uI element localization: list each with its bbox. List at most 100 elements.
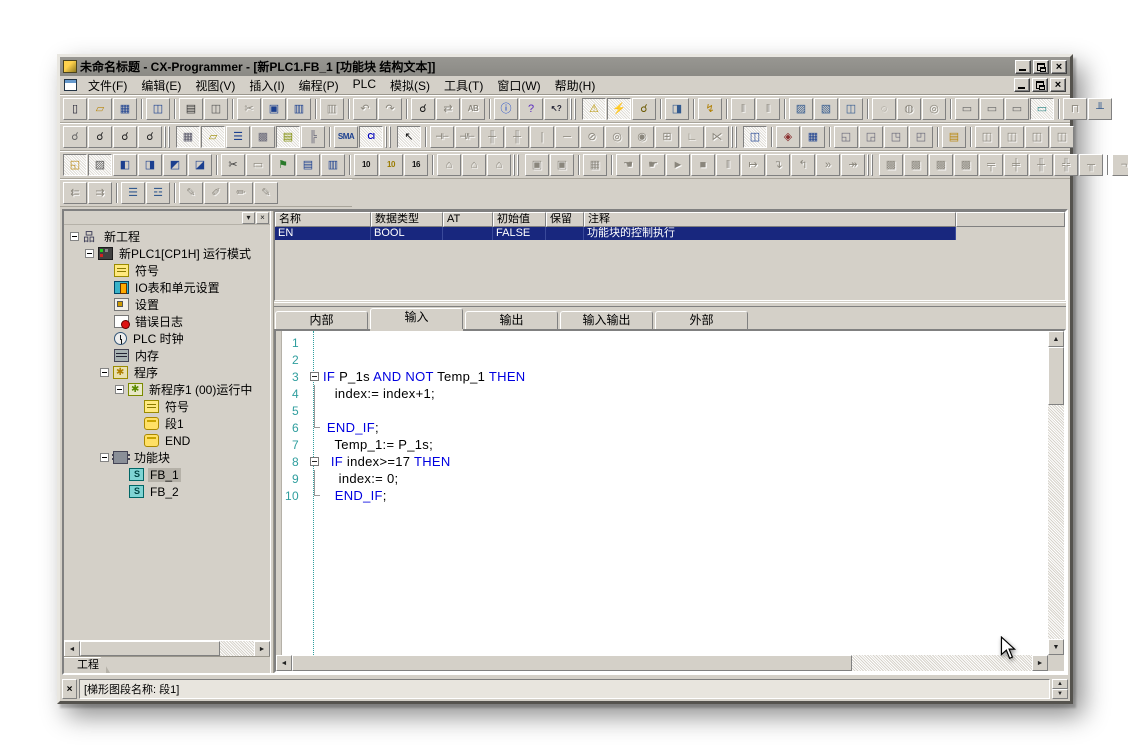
table-editor-splitter[interactable] xyxy=(274,302,1066,307)
monitor-in-rung-icon[interactable]: ▩ xyxy=(251,126,275,148)
tab-project[interactable]: 工程 xyxy=(64,657,112,673)
find-icon[interactable]: ☌ xyxy=(411,98,435,120)
tree-expander-minus-icon[interactable] xyxy=(85,249,94,258)
paste-icon[interactable]: ▥ xyxy=(287,98,311,120)
output-scroll-up-icon[interactable]: ▲ xyxy=(1052,679,1068,689)
zoom-to-fit-icon[interactable]: ☌ xyxy=(63,126,87,148)
tree-item-program1[interactable]: 新程序1 (00)运行中 xyxy=(66,381,270,398)
tree-item-symbols[interactable]: 符号 xyxy=(66,262,270,279)
editor-horizontal-scrollbar[interactable]: ◄ ► xyxy=(276,655,1048,671)
tree-item-settings[interactable]: 设置 xyxy=(66,296,270,313)
workspace-close-button[interactable]: × xyxy=(256,212,269,224)
tree-expander-minus-icon[interactable] xyxy=(70,232,79,241)
menu-item-program[interactable]: 编程(P) xyxy=(292,76,346,95)
compile-all-programs-icon[interactable]: ⚡ xyxy=(607,98,631,120)
copy-icon[interactable]: ▣ xyxy=(262,98,286,120)
st-code-area[interactable]: 123IF P_1s AND NOT Temp_1 THEN4 index:= … xyxy=(276,331,1048,655)
view-st-editor-icon[interactable]: CI xyxy=(359,126,383,148)
title-bar[interactable]: 未命名标题 - CX-Programmer - [新PLC1.FB_1 [功能块… xyxy=(60,57,1070,76)
menu-item-help[interactable]: 帮助(H) xyxy=(548,76,603,95)
menu-item-plc[interactable]: PLC xyxy=(346,76,383,95)
output-message[interactable]: [梯形图段名称: 段1] xyxy=(79,679,1050,699)
toolbar-gripper[interactable] xyxy=(164,126,173,148)
help-topics-icon[interactable]: ? xyxy=(519,98,543,120)
document-window-icon[interactable] xyxy=(64,79,77,91)
tree-item-section1[interactable]: 段1 xyxy=(66,415,270,432)
window-tile-horizontal-icon[interactable]: ◲ xyxy=(859,126,883,148)
transfer-to-plc-icon[interactable]: ▨ xyxy=(789,98,813,120)
toolbar-gripper[interactable] xyxy=(731,126,740,148)
view-report-icon[interactable]: ◫ xyxy=(146,98,170,120)
toolbar-gripper[interactable] xyxy=(385,126,394,148)
show-rung-annotation-icon[interactable]: ☰ xyxy=(226,126,250,148)
minimize-button[interactable] xyxy=(1015,60,1031,74)
tab-internal[interactable]: 内部 xyxy=(275,311,368,329)
child-restore-button[interactable] xyxy=(1032,78,1048,92)
find-next-error-icon[interactable]: ☌ xyxy=(632,98,656,120)
new-document-icon[interactable]: ▯ xyxy=(63,98,87,120)
toggle-local-symbols-icon[interactable]: ◩ xyxy=(163,154,187,176)
child-minimize-button[interactable] xyxy=(1014,78,1030,92)
variable-table-empty-area[interactable] xyxy=(275,240,1065,300)
save-project-icon[interactable]: ▦ xyxy=(113,98,137,120)
toggle-cross-reference-icon[interactable]: ◨ xyxy=(138,154,162,176)
show-program-window-icon[interactable]: ◫ xyxy=(743,126,767,148)
editor-vscroll-thumb[interactable] xyxy=(1048,347,1064,405)
monitor-hex-icon[interactable]: 16 xyxy=(404,154,428,176)
tree-expander-minus-icon[interactable] xyxy=(115,385,124,394)
zoom-in-icon[interactable]: ☌ xyxy=(113,126,137,148)
show-rung-dividers-icon[interactable]: ▤ xyxy=(276,126,300,148)
variable-row[interactable]: ENBOOLFALSE功能块的控制执行 xyxy=(275,227,1065,240)
toolbar-gripper[interactable] xyxy=(570,98,579,120)
monitor-signed-decimal-icon[interactable]: 10 xyxy=(379,154,403,176)
show-comments-icon[interactable]: ▱ xyxy=(201,126,225,148)
toggle-watch-window-icon[interactable]: ◧ xyxy=(113,154,137,176)
show-flags-icon[interactable]: ⚑ xyxy=(271,154,295,176)
zoom-out-icon[interactable]: ☌ xyxy=(88,126,112,148)
compile-program-check-icon[interactable]: ⚠ xyxy=(582,98,606,120)
tree-horizontal-scrollbar[interactable]: ◄ ► xyxy=(64,640,270,656)
show-hierarchy-icon[interactable]: ╠ xyxy=(301,126,325,148)
menu-item-tools[interactable]: 工具(T) xyxy=(437,76,490,95)
restore-button[interactable] xyxy=(1033,60,1049,74)
scroll-right-icon[interactable]: ► xyxy=(1032,655,1048,671)
run-mode-icon[interactable]: ▭ xyxy=(1030,98,1054,120)
show-grid-icon[interactable]: ▦ xyxy=(176,126,200,148)
tree-item-section-end[interactable]: END xyxy=(66,432,270,449)
fold-toggle-icon[interactable] xyxy=(307,368,323,385)
editor-vertical-scrollbar[interactable]: ▲ ▼ xyxy=(1048,331,1064,655)
tree-item-plc[interactable]: 新PLC1[CP1H] 运行模式 xyxy=(66,245,270,262)
work-online-icon[interactable]: ◨ xyxy=(665,98,689,120)
tree-item-io-table[interactable]: IO表和单元设置 xyxy=(66,279,270,296)
open-project-icon[interactable]: ▱ xyxy=(88,98,112,120)
tab-external[interactable]: 外部 xyxy=(655,311,748,329)
window-tile-vertical-icon[interactable]: ◳ xyxy=(884,126,908,148)
toolbar-gripper[interactable] xyxy=(867,154,876,176)
view-mnemonics-icon[interactable]: ◈ xyxy=(776,126,800,148)
tree-expander-minus-icon[interactable] xyxy=(100,368,109,377)
close-button[interactable]: × xyxy=(1051,60,1067,74)
debug-mode-icon[interactable]: ▭ xyxy=(1005,98,1029,120)
print-preview-icon[interactable]: ◫ xyxy=(204,98,228,120)
tab-output[interactable]: 输出 xyxy=(465,311,558,329)
program-mode-icon[interactable]: ▭ xyxy=(980,98,1004,120)
tree-item-memory[interactable]: 内存 xyxy=(66,347,270,364)
output-scrollbar[interactable]: ▲ ▼ xyxy=(1052,679,1068,699)
transfer-from-plc-icon[interactable]: ▧ xyxy=(814,98,838,120)
output-close-button[interactable]: × xyxy=(62,679,77,699)
workspace-dock-button[interactable]: ▾ xyxy=(242,212,255,224)
scroll-up-icon[interactable]: ▲ xyxy=(1048,331,1064,347)
tree-item-function-blocks[interactable]: 功能块 xyxy=(66,449,270,466)
window-arrange-icons-icon[interactable]: ◰ xyxy=(909,126,933,148)
monitor-decimal-icon[interactable]: 10 xyxy=(354,154,378,176)
menu-item-window[interactable]: 窗口(W) xyxy=(490,76,547,95)
output-scroll-down-icon[interactable]: ▼ xyxy=(1052,689,1068,699)
show-rung-list-icon[interactable]: ▤ xyxy=(296,154,320,176)
tree-item-project-root[interactable]: 新工程 xyxy=(66,228,270,245)
window-cascade-icon[interactable]: ◱ xyxy=(834,126,858,148)
tab-input[interactable]: 输入 xyxy=(370,308,463,329)
binary-monitor-icon[interactable]: ▥ xyxy=(321,154,345,176)
menu-item-edit[interactable]: 编辑(E) xyxy=(134,76,188,95)
tree-expander-minus-icon[interactable] xyxy=(100,453,109,462)
menu-item-file[interactable]: 文件(F) xyxy=(81,76,134,95)
